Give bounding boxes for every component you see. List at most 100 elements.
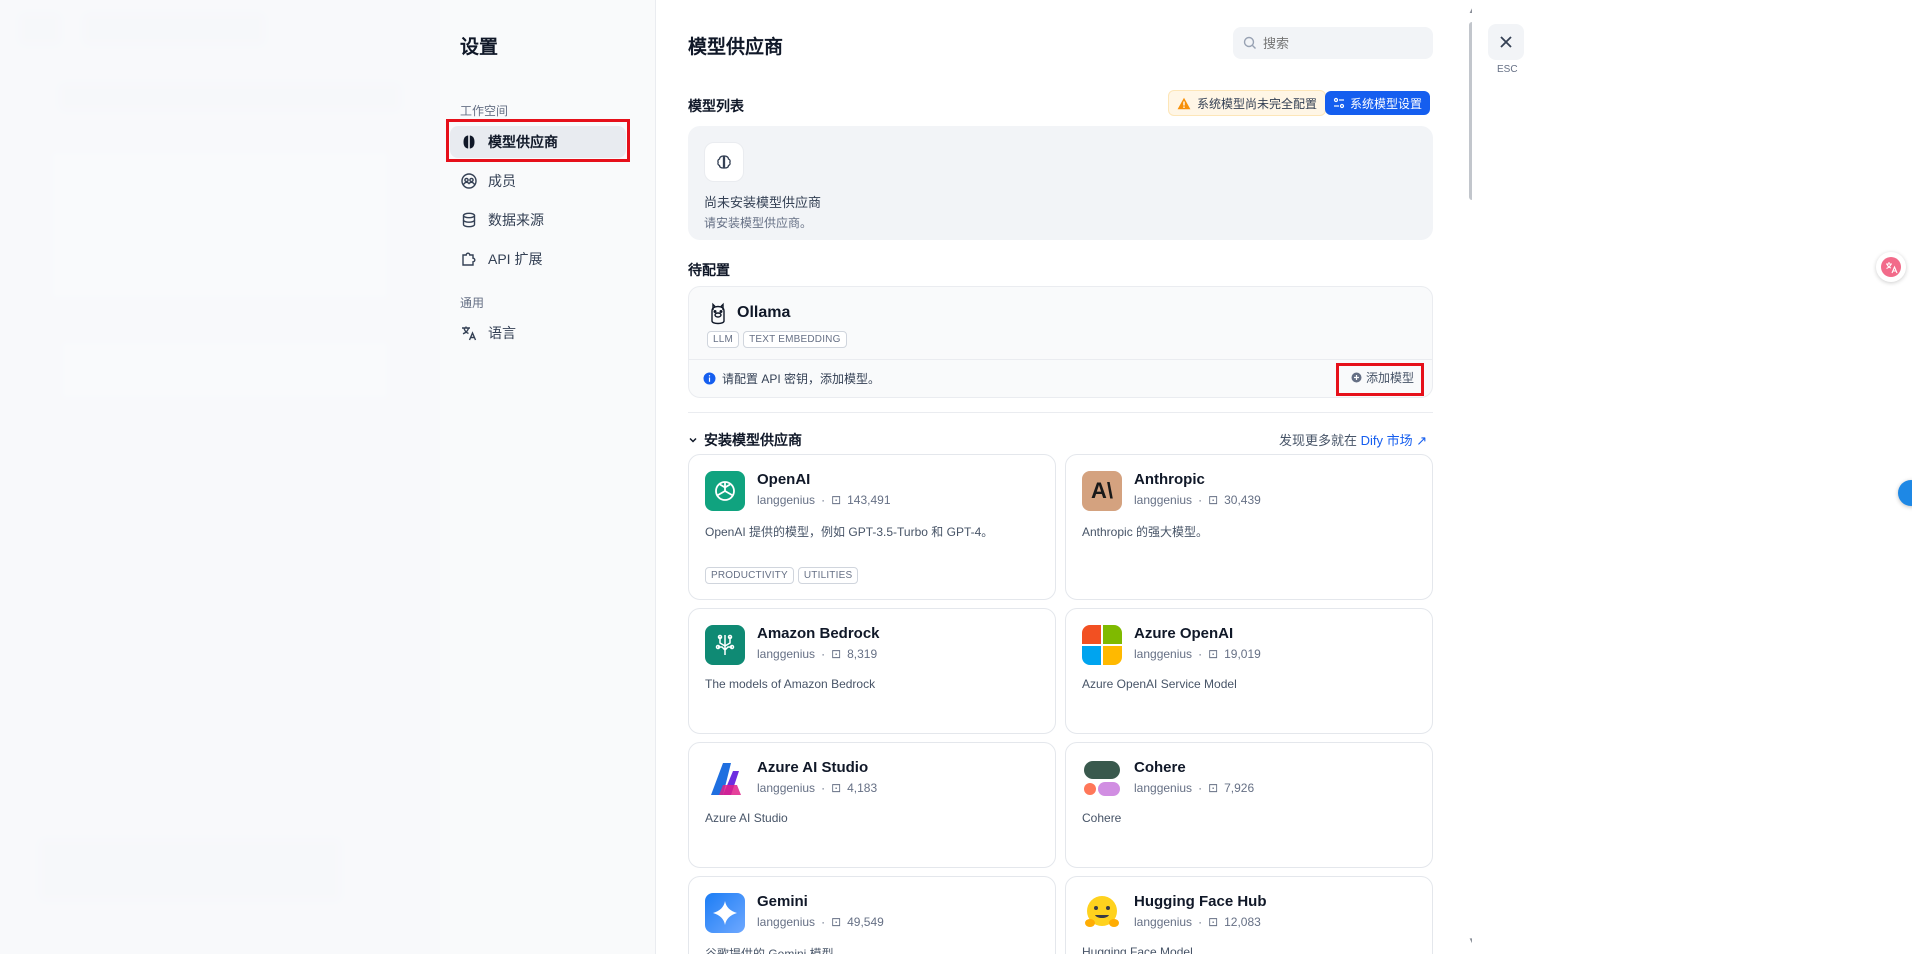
workspace-group-label: 工作空间 (460, 104, 509, 118)
close-button[interactable] (1488, 24, 1524, 60)
sidebar-item-model-provider[interactable]: 模型供应商 (450, 126, 626, 158)
provider-meta: langgenius · ⊡ 49,549 (757, 915, 884, 929)
provider-name: Gemini (757, 893, 808, 910)
provider-author: langgenius (757, 647, 816, 661)
page-title: 模型供应商 (688, 37, 784, 58)
provider-author: langgenius (757, 781, 816, 795)
provider-name: Azure AI Studio (757, 759, 869, 776)
provider-card-hugging-face[interactable]: Hugging Face Hub langgenius · ⊡ 12,083 H… (1065, 876, 1433, 954)
provider-downloads: 30,439 (1224, 493, 1261, 507)
warning-text: 系统模型尚未完全配置 (1197, 96, 1318, 111)
sidebar-item-label: 数据来源 (488, 212, 544, 228)
anthropic-logo-icon: A\ (1082, 471, 1122, 511)
openai-logo-icon (705, 471, 745, 511)
empty-providers-card: 尚未安装模型供应商 请安装模型供应商。 (688, 126, 1433, 240)
provider-downloads: 4,183 (847, 781, 878, 795)
provider-desc: Hugging Face Model (1082, 945, 1193, 954)
provider-card-openai[interactable]: OpenAI langgenius · ⊡ 143,491 OpenAI 提供的… (688, 454, 1056, 600)
marketplace-link[interactable]: 发现更多就在 Dify 市场 ↗ (1279, 430, 1427, 449)
pending-provider-name: Ollama (737, 304, 791, 321)
pending-provider-tags: LLM TEXT EMBEDDING (707, 331, 847, 348)
add-model-label: 添加模型 (1365, 371, 1414, 385)
provider-name: Amazon Bedrock (757, 625, 880, 642)
sidebar-item-api-extension[interactable]: API 扩展 (450, 243, 626, 275)
pending-provider-head: Ollama (707, 301, 790, 325)
hugging-face-logo-icon (1082, 893, 1122, 933)
provider-downloads: 19,019 (1224, 647, 1261, 661)
provider-author: langgenius (757, 915, 816, 929)
download-icon: ⊡ (1208, 647, 1219, 661)
modal-backdrop[interactable] (0, 0, 440, 954)
translate-extension-icon[interactable] (1876, 252, 1906, 282)
provider-desc: 谷歌提供的 Gemini 模型 (705, 947, 834, 954)
provider-desc: Cohere (1082, 811, 1122, 825)
database-icon (460, 211, 478, 229)
settings-modal: 设置 工作空间 模型供应商 成员 数据来源 API 扩展 通用 语言 模型供应商 (0, 0, 1912, 954)
provider-name: Hugging Face Hub (1134, 893, 1267, 910)
empty-title: 尚未安装模型供应商 (704, 195, 822, 210)
cohere-logo-icon (1082, 759, 1122, 799)
download-icon: ⊡ (1208, 915, 1219, 929)
sidebar-item-data-source[interactable]: 数据来源 (450, 204, 626, 236)
provider-name: Azure OpenAI (1134, 625, 1234, 642)
provider-card-anthropic[interactable]: A\ Anthropic langgenius · ⊡ 30,439 Anthr… (1065, 454, 1433, 600)
settings-title: 设置 (460, 37, 499, 58)
market-link-text[interactable]: Dify 市场 ↗ (1361, 433, 1428, 448)
meta-separator: · (821, 781, 826, 795)
model-list-title: 模型列表 (688, 98, 744, 114)
translate-icon (460, 324, 478, 342)
provider-name: Cohere (1134, 759, 1186, 776)
provider-author: langgenius (1134, 493, 1193, 507)
tag-productivity: PRODUCTIVITY (705, 567, 794, 584)
market-prefix: 发现更多就在 (1279, 433, 1358, 448)
meta-separator: · (1198, 915, 1203, 929)
meta-separator: · (821, 915, 826, 929)
provider-downloads: 7,926 (1224, 781, 1255, 795)
sidebar-item-language[interactable]: 语言 (450, 317, 626, 349)
pending-provider-footer: 请配置 API 密钥，添加模型。 (689, 359, 1432, 397)
azure-ai-studio-logo-icon (705, 759, 745, 799)
meta-separator: · (1198, 647, 1203, 661)
gemini-logo-icon (705, 893, 745, 933)
sidebar-item-label: API 扩展 (488, 251, 543, 267)
install-providers-title: 安装模型供应商 (704, 432, 802, 448)
sidebar-item-members[interactable]: 成员 (450, 165, 626, 197)
provider-desc: Anthropic 的强大模型。 (1082, 525, 1209, 539)
provider-card-azure-openai[interactable]: Azure OpenAI langgenius · ⊡ 19,019 Azure… (1065, 608, 1433, 734)
search-input[interactable] (1263, 35, 1423, 51)
settings-sliders-icon (1333, 97, 1345, 109)
install-providers-toggle[interactable]: 安装模型供应商 (688, 430, 802, 450)
sidebar-item-label: 语言 (488, 325, 516, 341)
system-model-warning-badge: 系统模型尚未完全配置 (1168, 90, 1327, 116)
provider-downloads: 12,083 (1224, 915, 1261, 929)
provider-card-amazon-bedrock[interactable]: Amazon Bedrock langgenius · ⊡ 8,319 The … (688, 608, 1056, 734)
members-icon (460, 172, 478, 190)
download-icon: ⊡ (831, 647, 842, 661)
bedrock-logo-icon (705, 625, 745, 665)
provider-card-cohere[interactable]: Cohere langgenius · ⊡ 7,926 Cohere (1065, 742, 1433, 868)
provider-desc: Azure AI Studio (705, 811, 788, 825)
provider-author: langgenius (1134, 915, 1193, 929)
add-model-button[interactable]: 添加模型 (1351, 369, 1414, 386)
provider-downloads: 8,319 (847, 647, 878, 661)
ollama-logo-icon (711, 302, 725, 325)
provider-tags: PRODUCTIVITY UTILITIES (705, 567, 859, 584)
brain-outline-icon (704, 142, 744, 182)
esc-hint: ESC (1497, 64, 1518, 75)
download-icon: ⊡ (831, 781, 842, 795)
provider-card-gemini[interactable]: Gemini langgenius · ⊡ 49,549 谷歌提供的 Gemin… (688, 876, 1056, 954)
pending-title: 待配置 (688, 262, 730, 278)
provider-meta: langgenius · ⊡ 4,183 (757, 781, 877, 795)
system-model-settings-button[interactable]: 系统模型设置 (1325, 91, 1431, 115)
provider-name: Anthropic (1134, 471, 1205, 488)
provider-meta: langgenius · ⊡ 30,439 (1134, 493, 1261, 507)
microsoft-logo-icon (1082, 625, 1122, 665)
brain-icon (460, 133, 478, 151)
provider-downloads: 49,549 (847, 915, 884, 929)
provider-card-azure-ai-studio[interactable]: Azure AI Studio langgenius · ⊡ 4,183 Azu… (688, 742, 1056, 868)
search-box[interactable] (1233, 27, 1433, 59)
meta-separator: · (1198, 493, 1203, 507)
meta-separator: · (1198, 781, 1203, 795)
sidebar-item-label: 模型供应商 (488, 134, 558, 150)
provider-author: langgenius (1134, 647, 1193, 661)
